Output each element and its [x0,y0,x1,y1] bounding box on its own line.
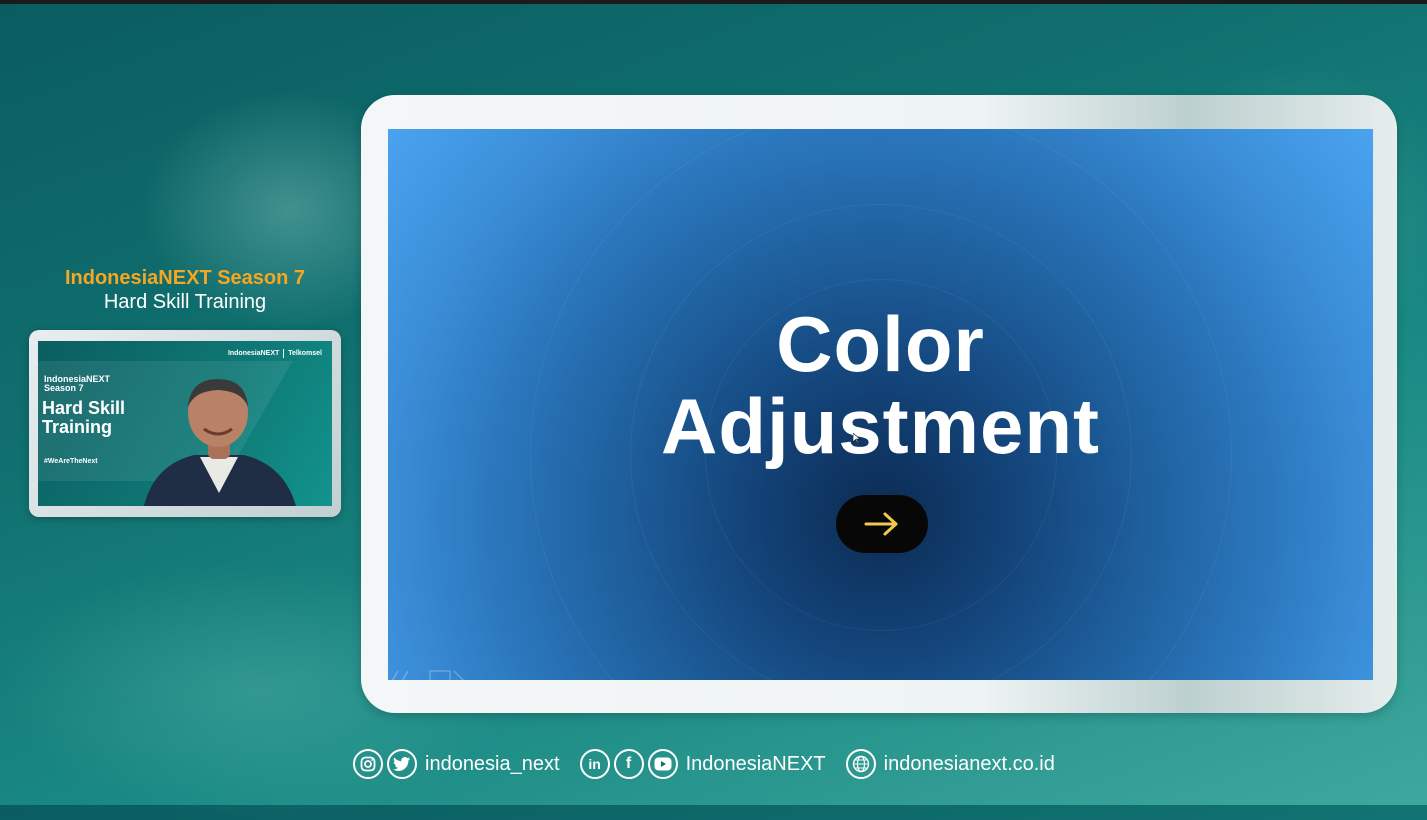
slide-title-line1: Color [776,300,985,388]
top-bar [0,0,1427,4]
speaker-figure [144,379,296,506]
video-hashtag: #WeAreTheNext [44,458,98,465]
next-button[interactable] [836,495,928,553]
speaker-video[interactable]: IndonesiaNEXT Telkomsel IndonesiaNEXT Se… [38,341,332,506]
facebook-icon[interactable]: f [613,749,644,779]
social-handle[interactable]: indonesia_next [425,753,560,776]
presentation-slide: Color Adjustment [388,129,1373,680]
twitter-icon[interactable] [387,749,417,779]
social-bar: indonesia_next in f IndonesiaNEXT indone… [353,746,1055,782]
instagram-icon[interactable] [353,749,383,779]
social-name[interactable]: IndonesiaNEXT [686,753,826,776]
globe-icon[interactable] [845,749,876,779]
video-brand: IndonesiaNEXT Telkomsel [228,349,322,358]
video-season-label: IndonesiaNEXT Season 7 [44,374,111,393]
speaker-video-frame: IndonesiaNEXT Telkomsel IndonesiaNEXT Se… [29,330,341,517]
youtube-icon[interactable] [647,749,678,779]
brand-indonesianext-logo: IndonesiaNEXT [227,350,280,357]
brand-divider [283,349,285,358]
arrow-right-icon [864,512,898,536]
brand-telkomsel-logo: Telkomsel [288,350,322,357]
linkedin-icon[interactable]: in [579,749,610,779]
show-title-subtitle: Hard Skill Training [103,291,267,313]
show-title-season: IndonesiaNEXT Season 7 [64,267,306,289]
show-title: IndonesiaNEXT Season 7 Hard Skill Traini… [30,266,340,314]
slide-title-line2: Adjustment [661,382,1100,470]
website-link[interactable]: indonesianext.co.id [884,753,1055,776]
mouse-cursor-icon [853,433,861,443]
watermark-icon [391,670,465,680]
shared-screen-frame: Color Adjustment [361,95,1397,713]
